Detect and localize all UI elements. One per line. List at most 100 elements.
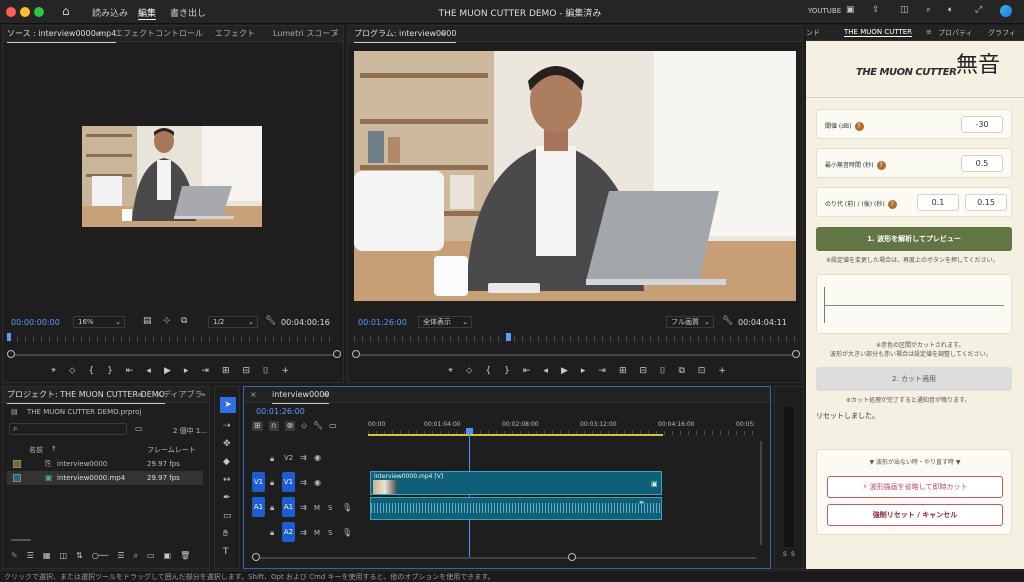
selection-tool-icon[interactable]: ➤ [220, 397, 236, 413]
lift-icon[interactable]: ⊞ [619, 366, 627, 376]
mic-icon[interactable]: 🎙︎ [342, 503, 352, 512]
compare-icon[interactable]: ⧉ [678, 366, 684, 376]
overwrite-clip-icon[interactable]: ⊟ [242, 366, 250, 376]
sync-icon[interactable]: ⇉ [300, 478, 307, 487]
list-view-icon[interactable]: ☰ [27, 551, 34, 561]
go-to-in-icon[interactable]: ⇤ [523, 366, 531, 376]
program-timecode[interactable]: 00:01:26:00 [358, 318, 407, 327]
threshold-input[interactable]: -30 [961, 116, 1003, 133]
menu-import[interactable]: 読み込み [92, 6, 128, 19]
program-zoom-handle-left[interactable] [352, 350, 360, 358]
camera-icon[interactable]: ⌷ [263, 366, 268, 376]
workspace-panel-icon[interactable]: ▣ [846, 5, 855, 15]
source-ruler[interactable] [9, 336, 337, 342]
apply-cut-button[interactable]: 2. カット適用 [816, 367, 1012, 391]
program-fit-select[interactable]: 全体表示 ⌄ [418, 316, 472, 328]
add-marker-icon[interactable]: ⌖ [448, 366, 453, 376]
time-ruler[interactable]: 00:00 00:01:04:00 00:02:08:00 00:03:12:0… [368, 421, 758, 431]
project-h-scrollbar[interactable] [11, 539, 31, 541]
mute-button[interactable]: M [314, 529, 320, 537]
solo-right[interactable]: S [791, 551, 795, 558]
play-icon[interactable]: ▶ [164, 366, 171, 376]
go-to-out-icon[interactable]: ⇥ [201, 366, 209, 376]
source-timecode[interactable]: 00:00:00:00 [11, 318, 60, 327]
audio-clip[interactable]: ⇹ [370, 497, 662, 520]
tab-sound[interactable]: ンド [806, 28, 820, 38]
freeform-view-icon[interactable]: ◫ [59, 551, 67, 561]
solo-button[interactable]: S [328, 504, 332, 512]
scroll-handle-right[interactable] [568, 553, 576, 561]
tab-effect-controls[interactable]: エフェクトコントロール [115, 26, 203, 42]
padding-after-input[interactable]: 0.15 [965, 194, 1007, 211]
lock-icon[interactable]: 🔒︎ [270, 478, 274, 488]
panel-menu-icon[interactable]: ≡ [926, 28, 932, 36]
mic-icon[interactable]: 🎙︎ [342, 528, 352, 537]
linked-icon[interactable]: ⊗ [284, 421, 296, 431]
tab-media-browser[interactable]: メディアブラ [155, 387, 202, 403]
project-menu-icon[interactable]: ≡ [137, 387, 144, 403]
tab-graphics[interactable]: グラフィ [988, 28, 1016, 38]
tab-sequence[interactable]: interview0000 [272, 387, 330, 404]
marker-icon[interactable]: ⬦ [466, 366, 472, 376]
timeline-h-scrollbar[interactable] [256, 557, 756, 559]
new-item-icon[interactable]: ▣ [164, 551, 172, 561]
source-zoom-bar[interactable] [11, 354, 337, 356]
tab-properties[interactable]: プロパティ [938, 28, 973, 38]
overlay-icon[interactable]: ⧉ [181, 316, 187, 326]
avatar[interactable] [1000, 5, 1012, 17]
sort-up-icon[interactable]: ↑ [51, 445, 57, 453]
min-silence-input[interactable]: 0.5 [961, 155, 1003, 172]
lock-icon[interactable]: 🔒︎ [270, 454, 274, 464]
video-clip[interactable]: interview0000.mp4 [V] ▣ [370, 471, 662, 495]
column-framerate[interactable]: フレームレート [147, 445, 196, 455]
track-target-v1[interactable]: V1 [282, 472, 295, 492]
list-item[interactable]: ⎘ interview0000 29.97 fps [7, 457, 203, 471]
project-search-input[interactable]: ⌕ [9, 423, 127, 435]
sync-icon[interactable]: ⇉ [300, 453, 307, 462]
work-area-bar[interactable] [368, 434, 663, 436]
mark-out-icon[interactable]: } [107, 366, 113, 376]
skip-waveform-button[interactable]: ⚡ 波形描画を省略して即時カット [827, 476, 1003, 498]
add-marker-icon[interactable]: ⌖ [51, 366, 56, 376]
extract-icon[interactable]: ⊟ [639, 366, 647, 376]
source-zoom-handle-left[interactable] [7, 350, 15, 358]
icon-view-icon[interactable]: ▦ [43, 551, 51, 561]
help-icon[interactable]: ? [887, 200, 897, 209]
padding-before-input[interactable]: 0.1 [917, 194, 959, 211]
tab-muon-cutter[interactable]: THE MUON CUTTER [844, 28, 913, 37]
label-color-swatch[interactable] [13, 460, 21, 468]
volume-icon[interactable]: 🔈︎ [948, 5, 953, 15]
solo-left[interactable]: S [783, 551, 787, 558]
rectangle-icon[interactable]: ▭ [223, 511, 232, 521]
slip-icon[interactable]: ↔ [223, 475, 231, 485]
minimize-window-button[interactable] [20, 7, 30, 17]
new-bin-icon[interactable]: ▭ [135, 424, 143, 433]
play-icon[interactable]: ▶ [561, 366, 568, 376]
force-reset-button[interactable]: 強制リセット / キャンセル [827, 504, 1003, 526]
go-to-out-icon[interactable]: ⇥ [598, 366, 606, 376]
nest-icon[interactable]: ⊞ [252, 421, 263, 431]
source-playhead[interactable] [7, 333, 11, 341]
source-quality-select[interactable]: 1/2 ⌄ [208, 316, 258, 328]
lock-icon[interactable]: 🔒︎ [270, 503, 274, 513]
step-back-icon[interactable]: ◂ [543, 366, 548, 376]
analyze-button[interactable]: 1. 波形を解析してプレビュー [816, 227, 1012, 251]
program-playhead[interactable] [506, 333, 511, 341]
label-color-swatch[interactable] [13, 474, 21, 482]
waveform-preview[interactable] [816, 274, 1012, 334]
program-zoom-handle-right[interactable] [792, 350, 800, 358]
program-menu-icon[interactable]: ≡ [440, 26, 447, 42]
vr-icon[interactable]: ⊡ [698, 366, 706, 376]
sync-icon[interactable]: ⇉ [300, 528, 307, 537]
close-window-button[interactable] [6, 7, 16, 17]
timeline-v-scrollbar[interactable] [760, 441, 762, 545]
insert-icon[interactable]: ⊹ [163, 316, 171, 326]
program-ruler[interactable] [354, 336, 796, 342]
close-tab-icon[interactable]: × [250, 387, 257, 403]
solo-button[interactable]: S [328, 529, 332, 537]
source-patch-v1[interactable]: V1 [252, 472, 265, 492]
find-icon[interactable]: ⌕ [134, 551, 138, 561]
mark-in-icon[interactable]: { [485, 366, 491, 376]
zoom-slider-icon[interactable]: ○── [92, 551, 109, 561]
playhead-handle[interactable] [466, 428, 473, 434]
